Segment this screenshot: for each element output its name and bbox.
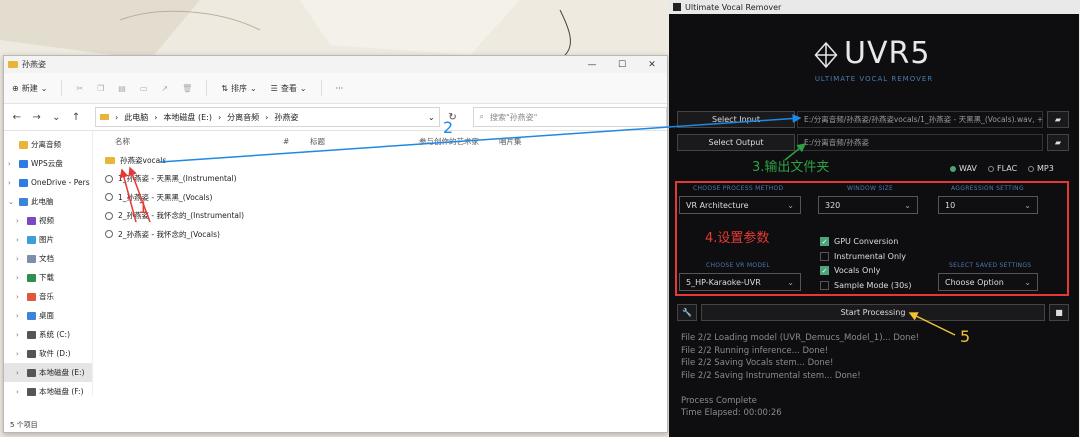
annotation-label-3: 3.输出文件夹 bbox=[752, 160, 830, 175]
annotation-label-5: 5 bbox=[960, 327, 971, 346]
annotation-label-4: 4.设置参数 bbox=[705, 231, 770, 246]
annotation-arrows bbox=[119, 114, 956, 336]
annotation-label-2: 2 bbox=[443, 118, 454, 137]
annotation-label-1: 1 bbox=[138, 198, 149, 217]
annotation-arrow-2 bbox=[159, 114, 802, 163]
annotation-arrow-5 bbox=[908, 312, 956, 336]
